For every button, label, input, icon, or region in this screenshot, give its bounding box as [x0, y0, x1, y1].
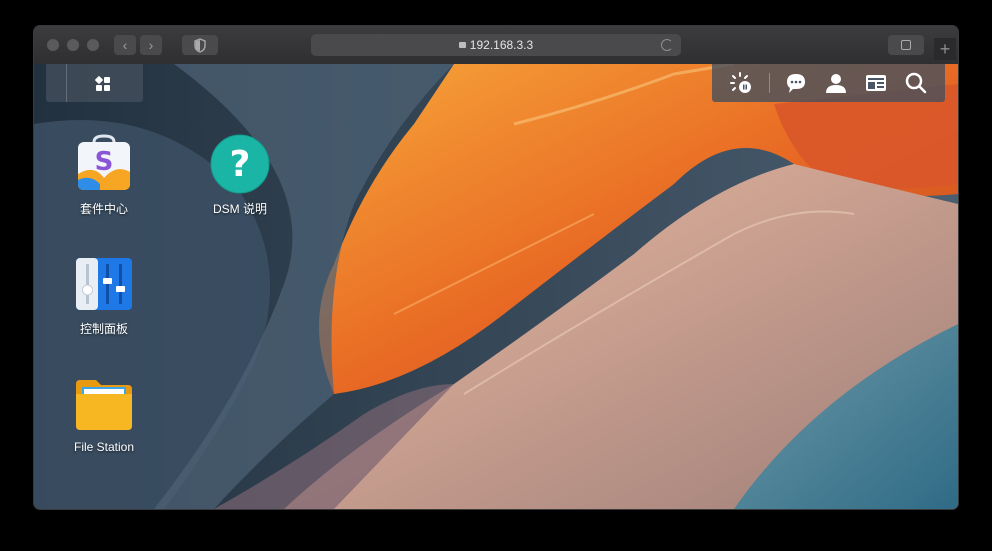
browser-window: ‹ › 192.168.3.3 + S 套件中心 ? DSM 说明 控制面板 F…: [34, 26, 958, 509]
tab-overview-button[interactable]: [888, 35, 924, 55]
background-tasks-icon[interactable]: [730, 72, 752, 94]
app-label: 套件中心: [79, 202, 128, 216]
desktop-wallpaper: [34, 64, 958, 509]
help-glyph: ?: [230, 144, 251, 185]
search-icon[interactable]: [905, 72, 927, 94]
file-station-icon: [74, 374, 134, 434]
back-button[interactable]: ‹: [114, 35, 136, 55]
browser-titlebar: ‹ › 192.168.3.3 +: [34, 26, 958, 65]
close-window-button[interactable]: [47, 39, 59, 51]
desktop-app-package-center[interactable]: S 套件中心: [59, 134, 149, 217]
help-icon: ?: [210, 134, 270, 194]
forward-button[interactable]: ›: [140, 35, 162, 55]
package-center-icon: S: [74, 134, 134, 194]
control-panel-icon: [74, 254, 134, 314]
taskbar-left: [46, 64, 143, 102]
svg-text:S: S: [95, 147, 114, 177]
main-menu-icon[interactable]: [95, 76, 111, 92]
app-label: File Station: [73, 440, 135, 454]
dsm-desktop: S 套件中心 ? DSM 说明 控制面板 File Station: [34, 64, 958, 509]
taskbar-separator: [66, 64, 67, 102]
shield-icon: [194, 38, 206, 53]
desktop-app-dsm-help[interactable]: ? DSM 说明: [195, 134, 285, 217]
taskbar-right: [712, 64, 945, 102]
minimize-window-button[interactable]: [67, 39, 79, 51]
address-bar[interactable]: 192.168.3.3: [311, 34, 681, 56]
reload-icon[interactable]: [661, 39, 673, 51]
lock-icon: [458, 41, 466, 48]
zoom-window-button[interactable]: [87, 39, 99, 51]
user-icon[interactable]: [825, 72, 847, 94]
desktop-app-file-station[interactable]: File Station: [59, 374, 149, 454]
widgets-icon[interactable]: [865, 72, 887, 94]
url-text: 192.168.3.3: [469, 38, 534, 52]
taskbar-divider: [769, 73, 770, 93]
notifications-icon[interactable]: [785, 72, 807, 94]
new-tab-button[interactable]: +: [934, 38, 956, 60]
app-label: DSM 说明: [212, 202, 267, 216]
desktop-app-control-panel[interactable]: 控制面板: [59, 254, 149, 337]
privacy-report-button[interactable]: [182, 35, 218, 55]
app-label: 控制面板: [79, 322, 128, 336]
